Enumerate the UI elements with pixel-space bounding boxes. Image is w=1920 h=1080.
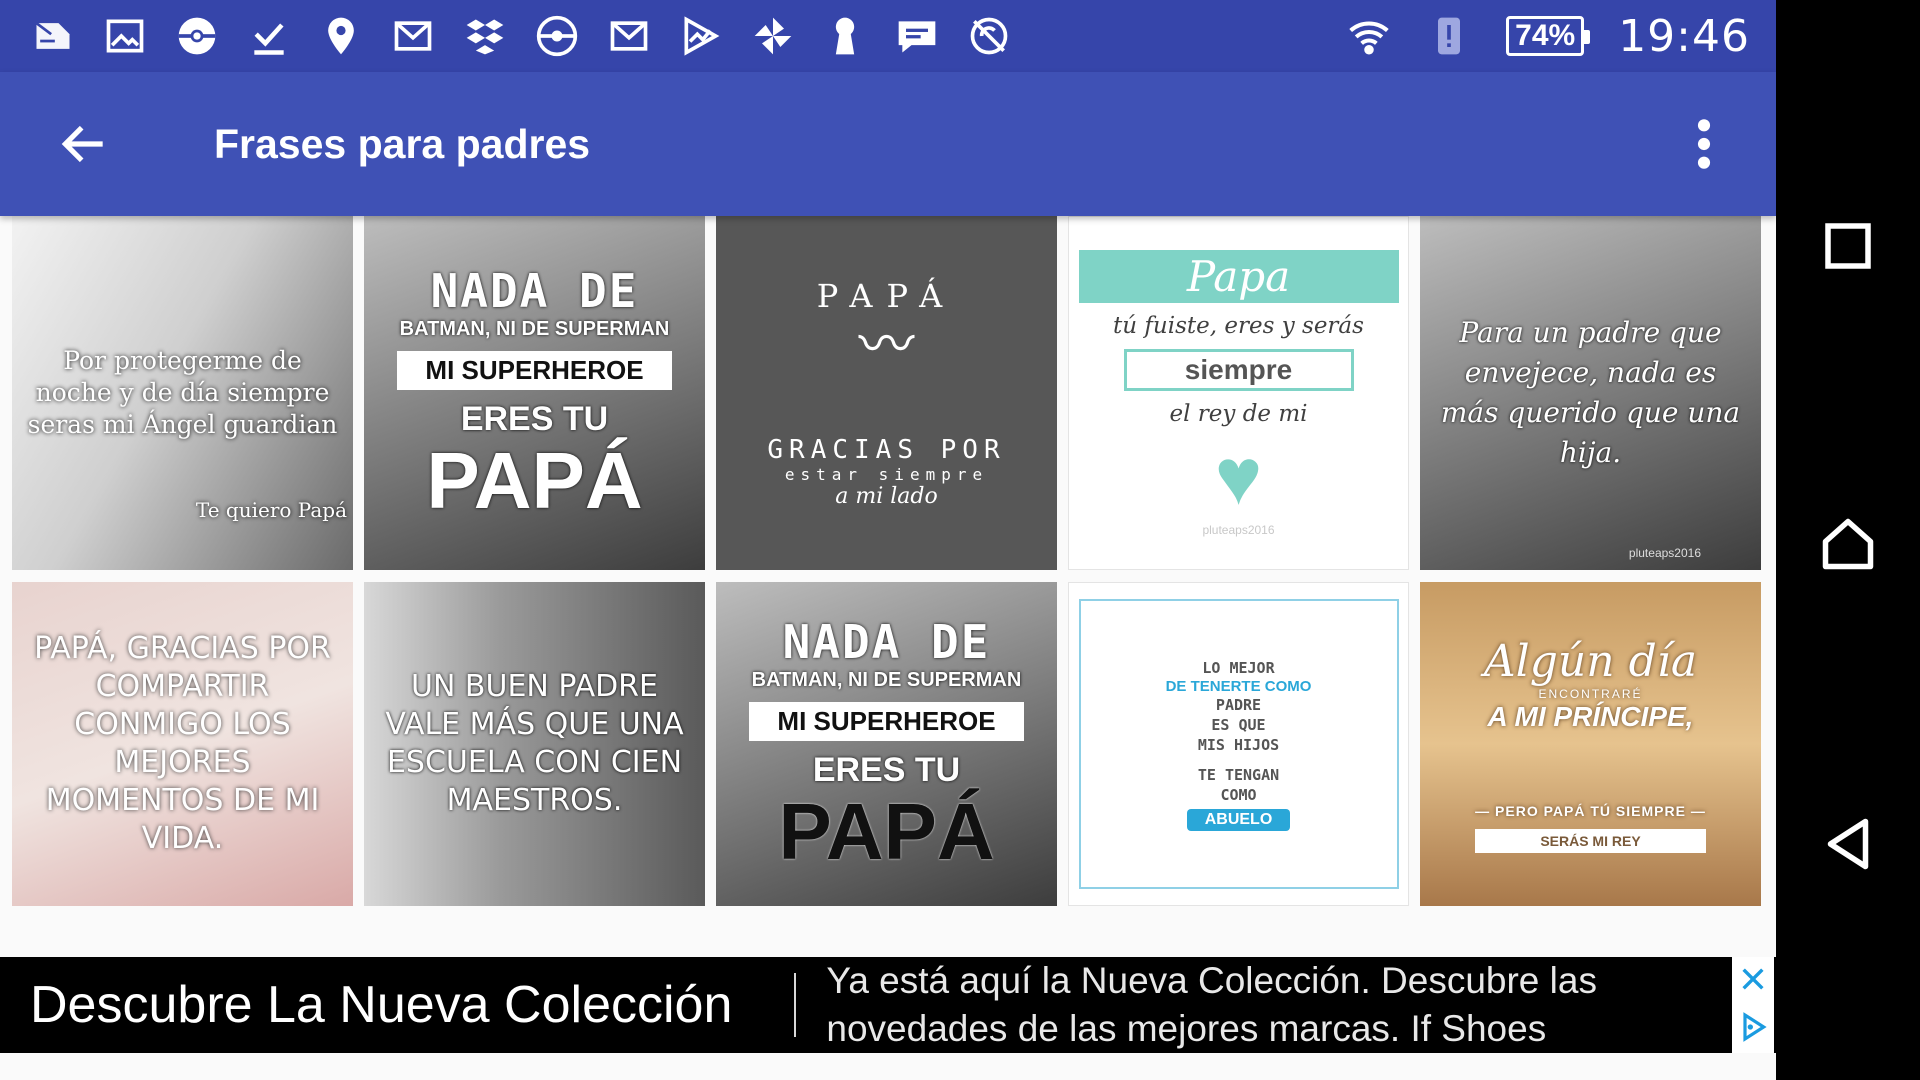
image-text-line: PAPÁ: [778, 786, 995, 876]
image-text-line: ES QUE: [1211, 715, 1266, 734]
bottom-spacer: [0, 1053, 1776, 1080]
image-text-band: SERÁS MI REY: [1475, 828, 1706, 853]
recents-button[interactable]: [1810, 208, 1886, 284]
image-text-line: PAPÁ: [816, 277, 957, 315]
no-sync-icon: [966, 13, 1012, 59]
chat-icon: [894, 13, 940, 59]
ad-headline[interactable]: Descubre La Nueva Colección: [0, 975, 732, 1035]
grid-image-3[interactable]: PAPÁ 〰 GRACIAS POR estar siempre a mi la…: [716, 216, 1057, 570]
dropbox-icon: [462, 13, 508, 59]
sim-alert-icon: [1426, 13, 1472, 59]
image-text-line: A MI PRÍNCIPE,: [1487, 700, 1694, 732]
image-text-line: DE TENERTE COMO: [1165, 677, 1312, 695]
status-indicators: 74% 19:46: [1346, 11, 1776, 62]
pokeball-icon: [534, 13, 580, 59]
image-grid: Por protegerme de noche y de día siempre…: [12, 216, 1764, 906]
gallery-icon: [102, 13, 148, 59]
image-text-line: PAPÁ: [426, 435, 643, 525]
home-button[interactable]: [1810, 506, 1886, 582]
page-title: Frases para padres: [214, 120, 591, 167]
wifi-icon: [1346, 13, 1392, 59]
image-text-line: a mi lado: [835, 484, 938, 509]
image-text-line: TE TENGAN: [1197, 765, 1280, 784]
image-text-line: ENCONTRARÉ: [1538, 686, 1643, 701]
app-bar: Frases para padres: [0, 72, 1776, 216]
image-caption: Para un padre que envejece, nada es más …: [1440, 316, 1741, 469]
image-text-line: — PERO PAPÁ TÚ SIEMPRE —: [1475, 802, 1706, 819]
image-signature: Te quiero Papá: [195, 498, 347, 522]
home-icon: [1822, 518, 1874, 570]
keyhole-icon: [822, 13, 868, 59]
image-watermark: pluteaps2016: [1202, 522, 1275, 537]
image-text-band: ABUELO: [1186, 808, 1291, 831]
ad-close-button[interactable]: [1737, 963, 1769, 1000]
image-text-band: siempre: [1123, 348, 1354, 391]
ad-description[interactable]: Ya está aquí la Nueva Colección. Descubr…: [826, 957, 1686, 1053]
notification-icons: [0, 13, 1012, 59]
image-text-line: COMO: [1220, 785, 1257, 804]
image-text-line: estar siempre: [784, 465, 989, 484]
image-text-line: PADRE: [1215, 695, 1262, 714]
gmail-icon: [606, 13, 652, 59]
ad-controls: [1732, 957, 1774, 1053]
image-text-band: MI SUPERHEROE: [749, 701, 1024, 741]
news-icon: [30, 13, 76, 59]
grid-image-5[interactable]: Para un padre que envejece, nada es más …: [1420, 216, 1761, 570]
system-nav-bar: [1776, 0, 1920, 1080]
battery-indicator: 74%: [1506, 16, 1591, 56]
heart-icon: ♥: [1214, 431, 1263, 521]
grid-image-1[interactable]: Por protegerme de noche y de día siempre…: [12, 216, 353, 570]
image-text-band: MI SUPERHEROE: [397, 350, 672, 390]
status-bar: 74% 19:46: [0, 0, 1776, 72]
location-icon: [318, 13, 364, 59]
pokeball-icon: [174, 13, 220, 59]
image-text-line: ERES TU: [812, 750, 961, 789]
image-caption: Por protegerme de noche y de día siempre…: [27, 346, 338, 439]
grid-image-6[interactable]: PAPÁ, GRACIAS POR COMPARTIR CONMIGO LOS …: [12, 582, 353, 906]
close-icon: [1742, 967, 1764, 990]
overflow-menu-button[interactable]: [1680, 100, 1728, 188]
image-text-line: MIS HIJOS: [1197, 735, 1280, 754]
image-text-line: Papa: [1078, 249, 1399, 303]
gmail-icon: [390, 13, 436, 59]
image-text-line: BATMAN, NI DE SUPERMAN: [399, 317, 670, 340]
image-text-line: el rey de mi: [1169, 400, 1308, 427]
image-text-line: NADA DE: [430, 263, 639, 318]
download-done-icon: [246, 13, 292, 59]
more-vert-icon: [1697, 119, 1711, 169]
image-text-line: ERES TU: [460, 399, 609, 438]
arrow-back-icon: [61, 125, 103, 163]
image-caption: UN BUEN PADRE VALE MÁS QUE UNA ESCUELA C…: [385, 669, 684, 818]
pinwheel-icon: [750, 13, 796, 59]
image-watermark: pluteaps2016: [1628, 546, 1701, 560]
ad-choices-button[interactable]: [1737, 1011, 1769, 1048]
quote-frame: LO MEJOR DE TENERTE COMO PADRE ES QUE MI…: [1078, 599, 1399, 889]
clock: 19:46: [1618, 10, 1750, 62]
image-text-line: NADA DE: [782, 614, 991, 669]
grid-image-2[interactable]: NADA DE BATMAN, NI DE SUPERMAN MI SUPERH…: [364, 216, 705, 570]
back-button[interactable]: [40, 100, 128, 188]
image-text-line: GRACIAS POR: [767, 435, 1006, 465]
image-text-line: BATMAN, NI DE SUPERMAN: [751, 668, 1022, 691]
grid-image-7[interactable]: UN BUEN PADRE VALE MÁS QUE UNA ESCUELA C…: [364, 582, 705, 906]
image-text-line: tú fuiste, eres y serás: [1113, 312, 1364, 339]
grid-image-9[interactable]: LO MEJOR DE TENERTE COMO PADRE ES QUE MI…: [1068, 582, 1409, 906]
adchoices-icon: [1743, 1011, 1767, 1042]
ad-divider: [794, 973, 797, 1037]
image-caption: PAPÁ, GRACIAS POR COMPARTIR CONMIGO LOS …: [34, 631, 331, 856]
grid-image-10[interactable]: Algún día ENCONTRARÉ A MI PRÍNCIPE, — PE…: [1420, 582, 1761, 906]
ad-banner[interactable]: Descubre La Nueva Colección Ya está aquí…: [0, 957, 1776, 1053]
recents-icon: [1825, 223, 1871, 269]
grid-image-8[interactable]: NADA DE BATMAN, NI DE SUPERMAN MI SUPERH…: [716, 582, 1057, 906]
back-icon: [1827, 818, 1869, 870]
back-nav-button[interactable]: [1810, 806, 1886, 882]
image-text-line: LO MEJOR: [1202, 658, 1275, 677]
swirl-ornament-icon: 〰: [858, 313, 915, 376]
grid-image-4[interactable]: Papa tú fuiste, eres y serás siempre el …: [1068, 216, 1409, 570]
image-text-line: Algún día: [1483, 635, 1698, 687]
play-store-icon: [678, 13, 724, 59]
